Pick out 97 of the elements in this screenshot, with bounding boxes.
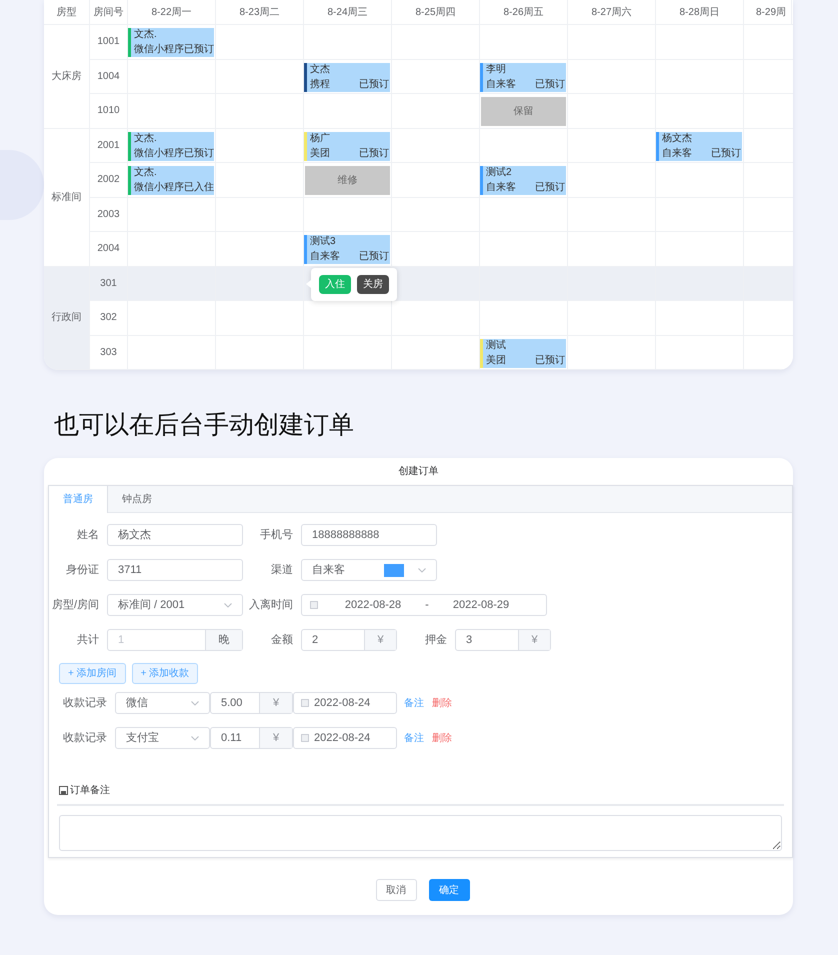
- booking-channel: 自来客: [486, 78, 516, 90]
- calendar-icon: [301, 734, 309, 742]
- text-field[interactable]: 18888888888: [301, 524, 437, 546]
- room-type-cell: 行政间: [44, 266, 90, 370]
- booking-card[interactable]: 杨广 美团 已预订: [304, 132, 390, 160]
- remark-title: 订单备注: [70, 784, 110, 798]
- booking-card[interactable]: 杨文杰 自来客 已预订: [656, 132, 742, 160]
- date-range-field[interactable]: 2022-08-28 - 2022-08-29: [301, 594, 547, 616]
- amount-field[interactable]: 5.00 ¥: [210, 692, 293, 714]
- column-header: 8-25周四: [392, 0, 480, 24]
- guest-name: 测试: [486, 340, 507, 352]
- booking-status: 已预订: [535, 354, 565, 366]
- guest-name: 文杰.: [134, 29, 158, 41]
- booking-channel: 携程: [310, 78, 330, 90]
- column-header: 8-23周二: [216, 0, 304, 24]
- chevron-down-icon: [224, 602, 232, 608]
- unit-field[interactable]: 2 ¥: [301, 629, 397, 651]
- booking-channel: 自来客: [310, 251, 340, 263]
- guest-name: 文杰.: [134, 167, 158, 179]
- field-label: 金额: [270, 632, 294, 648]
- column-header: 8-27周六: [568, 0, 656, 24]
- room-type-cell: 大床房: [44, 25, 90, 128]
- field-label: 收款记录: [62, 730, 108, 746]
- text-field[interactable]: 3711: [107, 559, 243, 581]
- date-field[interactable]: 2022-08-24: [293, 692, 397, 714]
- booking-channel: 自来客: [662, 148, 692, 160]
- unit-field[interactable]: 3 ¥: [455, 629, 551, 651]
- booking-card[interactable]: 文杰. 微信小程序已入住: [128, 166, 214, 195]
- room-block[interactable]: 维修: [305, 166, 390, 195]
- column-header: 房间号: [90, 0, 128, 24]
- booking-status: 已入住: [184, 182, 214, 194]
- room-block[interactable]: 保留: [481, 97, 566, 126]
- room-type-cell: 标准间: [44, 128, 90, 266]
- booking-status: 已预订: [359, 148, 389, 160]
- field-label: 收款记录: [62, 696, 108, 711]
- guest-name: 李明: [486, 64, 507, 76]
- close-room-button[interactable]: 关房: [357, 274, 389, 294]
- booking-status: 已预订: [184, 44, 214, 56]
- column-header: 8-24周三: [304, 0, 392, 24]
- select-field[interactable]: 标准间 / 2001: [107, 594, 243, 616]
- calendar-icon: [301, 699, 309, 707]
- column-header: 房型: [44, 0, 90, 24]
- confirm-button[interactable]: 确定: [428, 879, 470, 901]
- booking-channel: 微信小程序: [134, 182, 184, 194]
- booking-status: 已预订: [535, 78, 565, 90]
- guest-name: 测试3: [310, 236, 337, 248]
- section-heading: 也可以在后台手动创建订单: [54, 410, 355, 441]
- field-label: 房型/房间: [50, 598, 100, 613]
- field-label: 姓名: [76, 528, 100, 543]
- guest-name: 文杰.: [134, 132, 158, 144]
- booking-channel: 自来客: [486, 182, 516, 194]
- booking-card[interactable]: 测试3 自来客 已预订: [304, 235, 390, 264]
- booking-channel: 美团: [310, 148, 330, 160]
- tab[interactable]: 钟点房: [108, 486, 166, 513]
- guest-name: 杨文杰: [662, 132, 693, 144]
- chevron-down-icon: [191, 736, 199, 740]
- booking-card[interactable]: 文杰 携程 已预订: [304, 62, 390, 92]
- field-label: 手机号: [259, 528, 294, 543]
- chevron-down-icon: [418, 568, 426, 572]
- booking-status: 已预订: [359, 251, 389, 263]
- field-label: 身份证: [65, 562, 100, 578]
- select-field[interactable]: 自来客: [301, 559, 437, 581]
- booking-channel: 微信小程序: [134, 148, 184, 160]
- booking-card[interactable]: 测试2 自来客 已预订: [480, 166, 566, 195]
- text-field[interactable]: 杨文杰: [107, 524, 243, 546]
- cancel-button[interactable]: 取消: [376, 879, 416, 901]
- booking-channel: 美团: [486, 354, 506, 366]
- field-label: 入离时间: [248, 598, 294, 613]
- calendar-icon: [310, 601, 318, 609]
- remark-field[interactable]: [59, 815, 782, 851]
- guest-name: 杨广: [310, 132, 331, 144]
- booking-status: 已预订: [184, 148, 214, 160]
- booking-card[interactable]: 文杰. 微信小程序已预订: [128, 132, 214, 160]
- select-field[interactable]: 微信: [115, 692, 210, 714]
- dialog-title: 创建订单: [398, 464, 440, 479]
- column-header: 8-28周日: [656, 0, 744, 24]
- column-header: 8-22周一: [128, 0, 216, 24]
- booking-card[interactable]: 李明 自来客 已预订: [480, 62, 566, 92]
- column-header: 8-26周五: [480, 0, 568, 24]
- room-number: 303: [90, 336, 128, 370]
- amount-field[interactable]: 0.11 ¥: [210, 727, 293, 749]
- field-label: 渠道: [270, 562, 294, 578]
- chevron-down-icon: [191, 700, 199, 706]
- booking-card[interactable]: 测试 美团 已预订: [480, 338, 566, 368]
- booking-card[interactable]: 文杰. 微信小程序已预订: [128, 28, 214, 57]
- guest-name: 文杰: [310, 64, 331, 76]
- save-icon: [59, 786, 68, 795]
- booking-status: 已预订: [711, 148, 741, 160]
- column-header: 8-29周: [744, 0, 792, 24]
- booking-status: 已预订: [535, 182, 565, 194]
- field-label: 押金: [424, 632, 448, 648]
- date-field[interactable]: 2022-08-24: [293, 727, 397, 749]
- guest-name: 测试2: [486, 167, 513, 179]
- booking-status: 已预订: [359, 78, 389, 90]
- select-field[interactable]: 支付宝: [115, 727, 210, 749]
- booking-channel: 微信小程序: [134, 44, 184, 56]
- field-label: 共计: [76, 632, 100, 648]
